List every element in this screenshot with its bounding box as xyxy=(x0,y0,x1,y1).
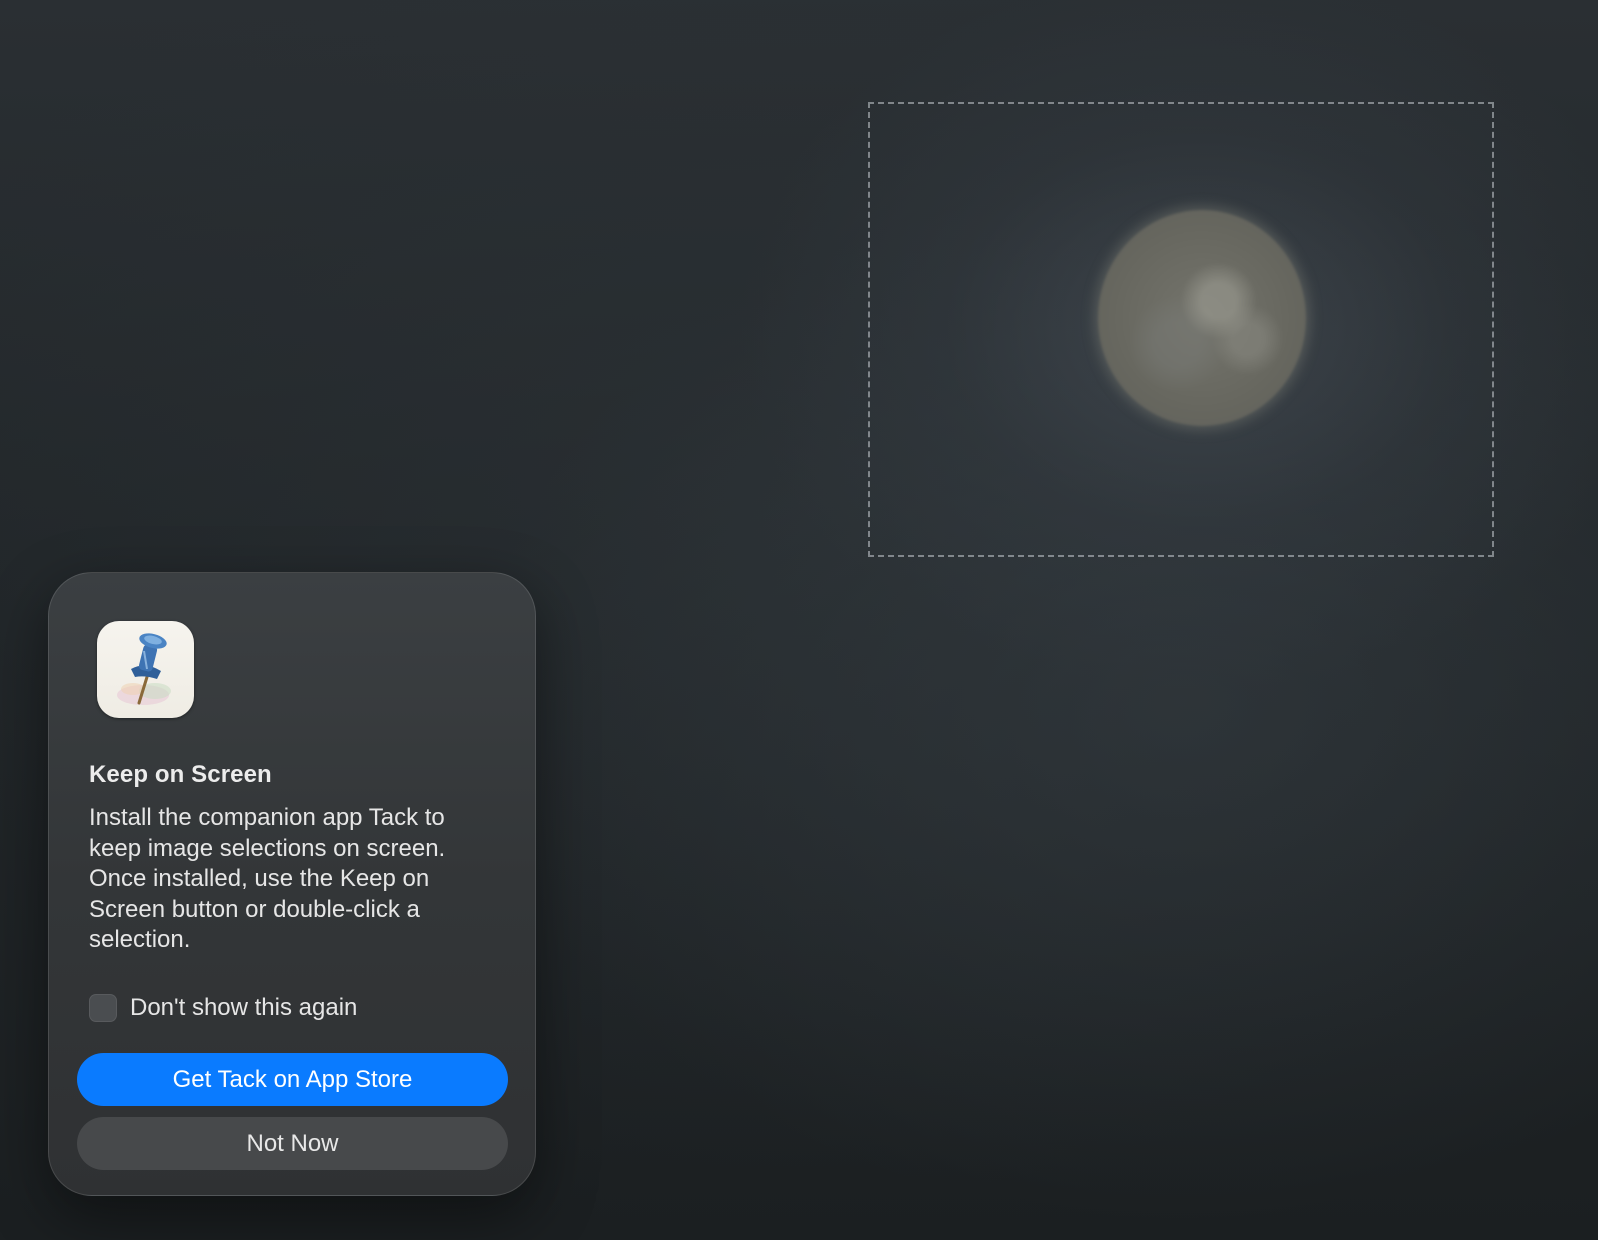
dont-show-again-row[interactable]: Don't show this again xyxy=(89,991,357,1025)
dialog-message: Install the companion app Tack to keep i… xyxy=(89,804,446,953)
get-tack-button[interactable]: Get Tack on App Store xyxy=(77,1053,508,1106)
dialog-title: Keep on Screen xyxy=(89,761,272,788)
not-now-button[interactable]: Not Now xyxy=(77,1117,508,1170)
pushpin-icon xyxy=(97,621,194,718)
keep-on-screen-dialog: Keep on Screen Install the companion app… xyxy=(48,572,536,1196)
dont-show-again-checkbox[interactable] xyxy=(89,994,117,1022)
dont-show-again-label[interactable]: Don't show this again xyxy=(130,994,357,1022)
moon-image xyxy=(1098,210,1306,426)
